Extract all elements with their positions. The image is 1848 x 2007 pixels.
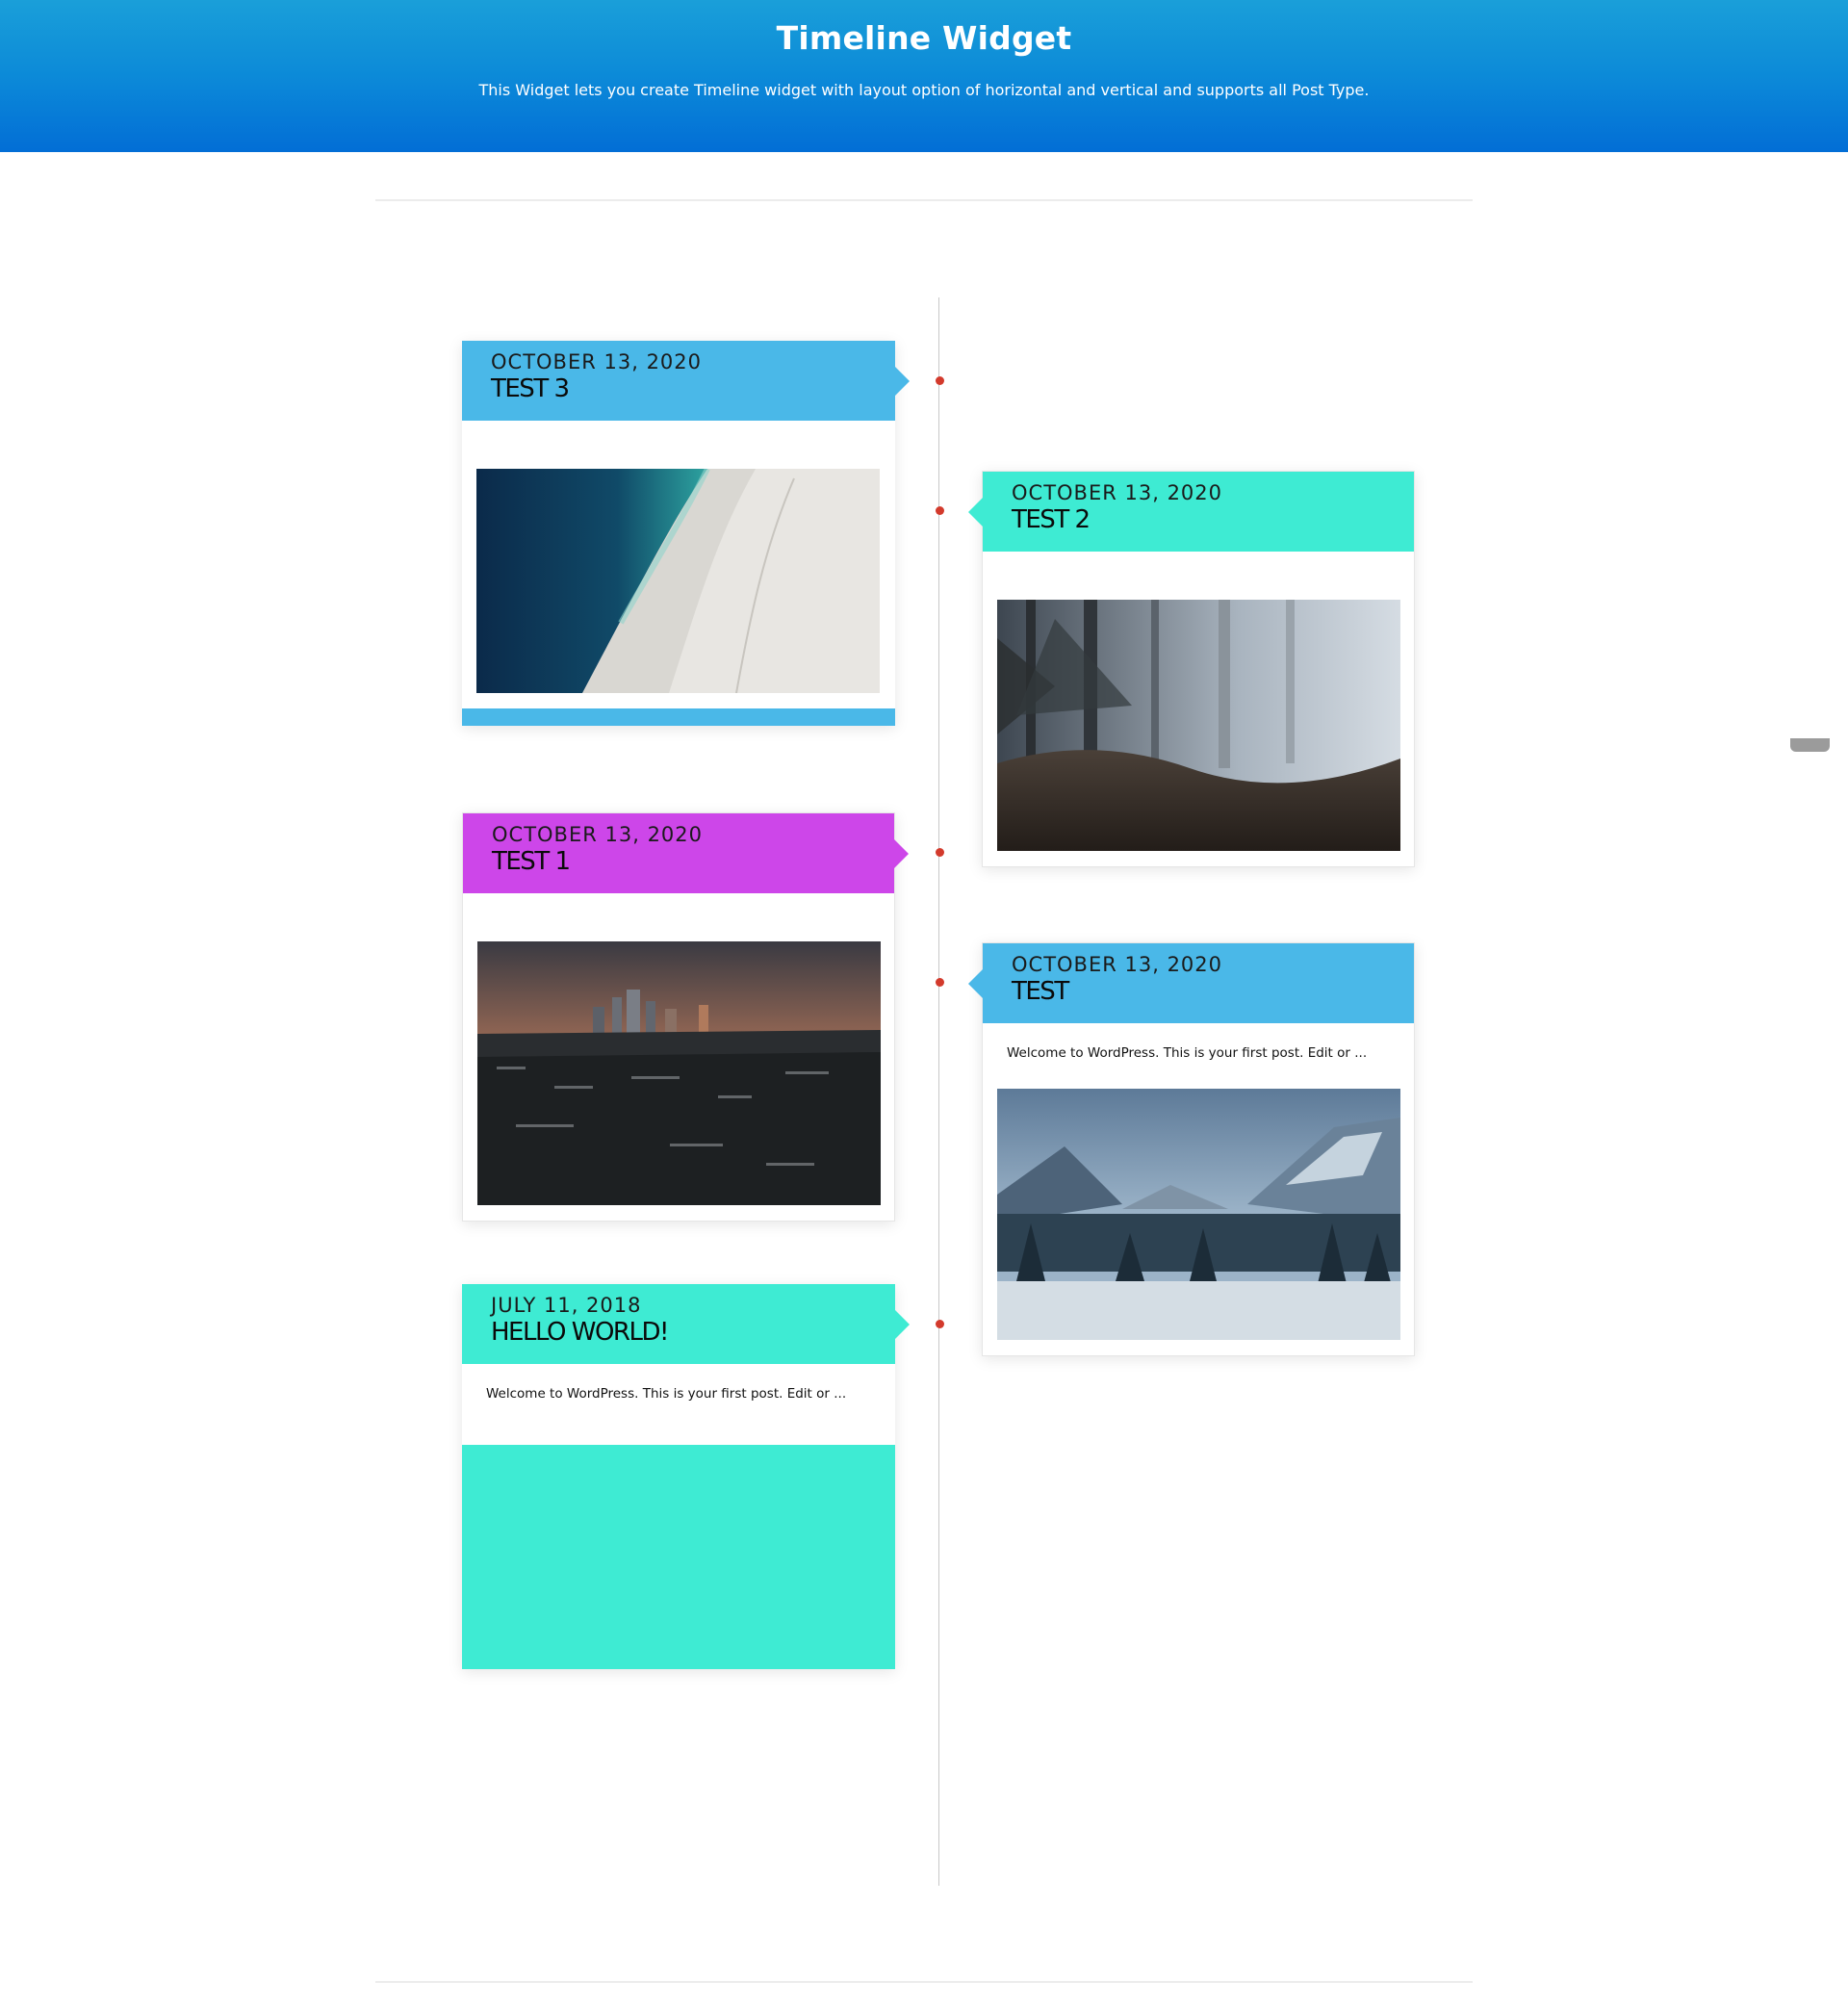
- card-title[interactable]: TEST 2: [1012, 504, 1414, 535]
- timeline-card-test-3[interactable]: OCTOBER 13, 2020 TEST 3: [462, 341, 910, 726]
- card-title[interactable]: HELLO WORLD!: [491, 1317, 895, 1348]
- page-title: Timeline Widget: [776, 19, 1072, 57]
- card-title[interactable]: TEST 3: [491, 373, 895, 404]
- card-pointer: [895, 1310, 910, 1339]
- scroll-handle[interactable]: [1790, 738, 1830, 752]
- timeline-card-test-1[interactable]: OCTOBER 13, 2020 TEST 1: [462, 812, 909, 1222]
- card-pointer: [968, 498, 983, 527]
- timeline-card-test-2[interactable]: OCTOBER 13, 2020 TEST 2: [968, 471, 1415, 867]
- aerial-beach-photo[interactable]: [476, 469, 880, 693]
- timeline-card-hello-world[interactable]: JULY 11, 2018 HELLO WORLD! Welcome to Wo…: [462, 1284, 910, 1669]
- card-footer-bar: [462, 708, 895, 726]
- page-subtitle: This Widget lets you create Timeline wid…: [478, 81, 1370, 99]
- timeline-dot: [936, 376, 944, 385]
- card-header: OCTOBER 13, 2020 TEST 1: [463, 813, 909, 893]
- card-title[interactable]: TEST 1: [492, 846, 894, 877]
- card-pointer: [895, 367, 910, 396]
- top-divider: [375, 199, 1473, 201]
- snowy-mountains-photo[interactable]: [997, 1089, 1400, 1340]
- card-excerpt: Welcome to WordPress. This is your first…: [486, 1386, 847, 1402]
- page-header: Timeline Widget This Widget lets you cre…: [0, 0, 1848, 152]
- misty-forest-photo[interactable]: [997, 600, 1400, 851]
- timeline-dot: [936, 978, 944, 987]
- card-title[interactable]: TEST: [1012, 976, 1414, 1007]
- card-pointer: [894, 839, 909, 868]
- card-header: OCTOBER 13, 2020 TEST: [968, 943, 1414, 1023]
- card-date: OCTOBER 13, 2020: [1012, 481, 1223, 504]
- card-excerpt: Welcome to WordPress. This is your first…: [1007, 1045, 1368, 1061]
- card-header: OCTOBER 13, 2020 TEST 2: [968, 472, 1414, 552]
- card-date: OCTOBER 13, 2020: [1012, 953, 1223, 976]
- bottom-divider: [375, 1981, 1473, 1983]
- city-skyline-photo[interactable]: [477, 941, 881, 1205]
- card-date: OCTOBER 13, 2020: [492, 823, 704, 846]
- timeline-card-test[interactable]: OCTOBER 13, 2020 TEST Welcome to WordPre…: [968, 942, 1415, 1356]
- card-date: JULY 11, 2018: [491, 1294, 642, 1317]
- timeline-dot: [936, 848, 944, 857]
- card-date: OCTOBER 13, 2020: [491, 350, 703, 373]
- timeline-dot: [936, 1320, 944, 1328]
- timeline-dot: [936, 506, 944, 515]
- card-image-placeholder: [462, 1445, 895, 1669]
- card-pointer: [968, 969, 983, 998]
- timeline-spine: [938, 297, 939, 1886]
- card-header: OCTOBER 13, 2020 TEST 3: [462, 341, 910, 421]
- card-header: JULY 11, 2018 HELLO WORLD!: [462, 1284, 910, 1364]
